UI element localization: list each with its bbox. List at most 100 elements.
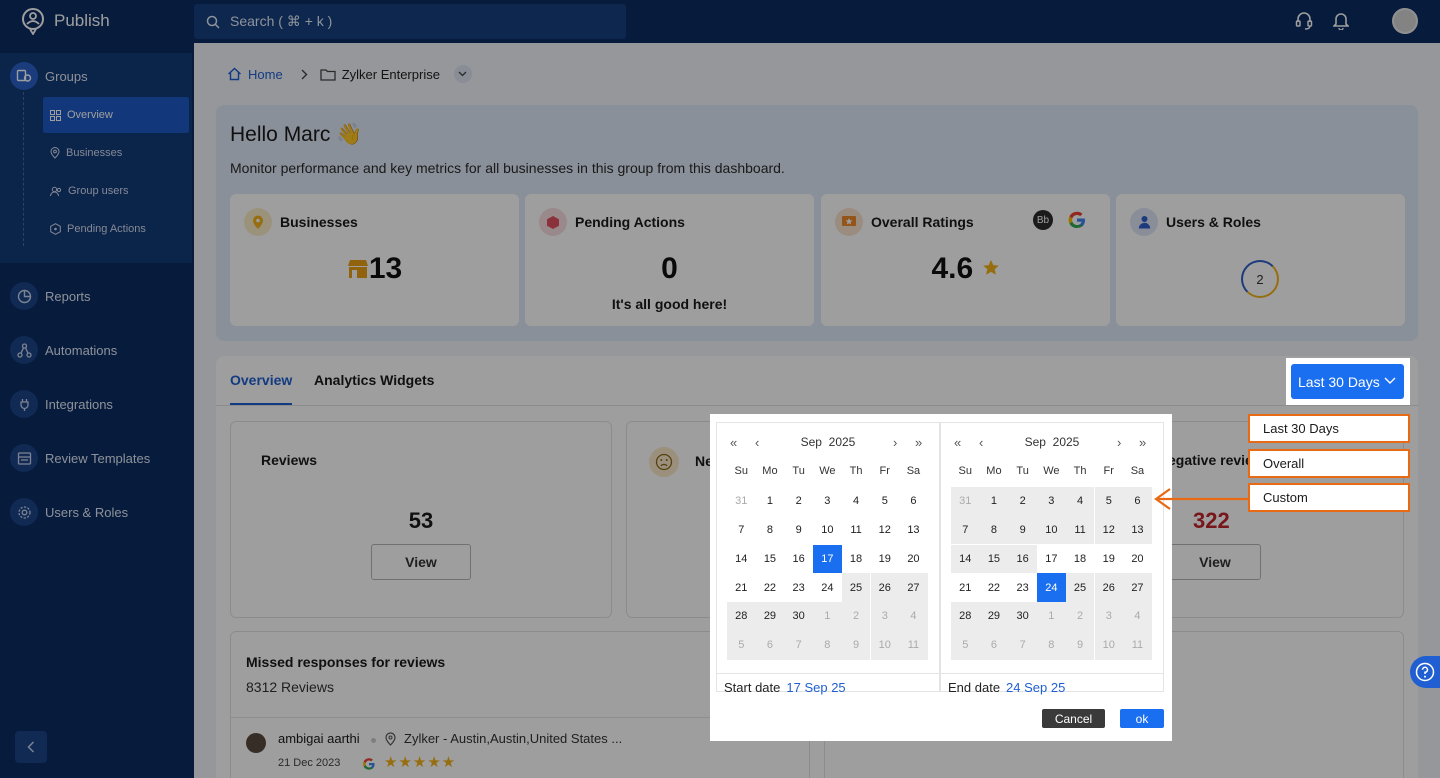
calendar-day[interactable]: 30: [1008, 602, 1037, 631]
calendar-day[interactable]: 6: [1123, 487, 1152, 516]
calendar-day[interactable]: 8: [756, 516, 785, 545]
calendar-day: 9: [841, 631, 871, 660]
calendar-day[interactable]: 10: [1037, 515, 1066, 545]
weekday-label: Th: [1073, 465, 1087, 477]
calendar-day[interactable]: 14: [951, 544, 980, 574]
calendar-day[interactable]: 26: [870, 573, 899, 602]
calendar-day[interactable]: 29: [979, 602, 1009, 631]
calendar-day[interactable]: 3: [813, 487, 842, 516]
calendar-day[interactable]: 2: [784, 487, 813, 516]
calendar-day[interactable]: 16: [1008, 544, 1037, 574]
start-calendar: « ‹ Sep 2025 › » Su Mo Tu We Th Fr Sa 31 1 2 3 4 5 6 7…: [716, 422, 940, 695]
calendar-day[interactable]: 29: [755, 602, 785, 631]
calendar-day: 2: [841, 602, 871, 631]
calendar-day[interactable]: 8: [979, 515, 1009, 545]
calendar-month[interactable]: Sep: [801, 435, 822, 449]
calendar-day[interactable]: 7: [951, 515, 980, 545]
date-filter-label: Last 30 Days: [1298, 373, 1380, 390]
option-overall[interactable]: Overall: [1248, 449, 1410, 478]
calendar-day[interactable]: 21: [951, 573, 980, 602]
weekday-label: Tu: [1016, 465, 1029, 477]
calendar-day[interactable]: 22: [756, 573, 785, 602]
calendar-day[interactable]: 3: [1037, 487, 1066, 516]
calendar-day[interactable]: 12: [871, 516, 900, 545]
end-date-value: 24 Sep 25: [1006, 679, 1066, 695]
calendar-day[interactable]: 23: [784, 573, 813, 602]
calendar-day[interactable]: 10: [813, 516, 842, 545]
calendar-day[interactable]: 25: [1065, 573, 1095, 602]
calendar-day[interactable]: 26: [1094, 573, 1123, 602]
calendar-day[interactable]: 1: [979, 487, 1009, 516]
calendar-day[interactable]: 19: [871, 545, 900, 574]
calendar-day[interactable]: 12: [1094, 515, 1123, 545]
calendar-day[interactable]: 9: [784, 516, 813, 545]
calendar-day[interactable]: 14: [727, 545, 756, 574]
calendar-day: 8: [813, 631, 842, 660]
calendar-day[interactable]: 17: [1037, 545, 1066, 574]
calendar-footer: Start date 17 Sep 25: [717, 673, 939, 700]
calendar-day[interactable]: 5: [1094, 487, 1123, 516]
calendar-day[interactable]: 9: [1008, 515, 1037, 545]
next-month-button[interactable]: ›: [1117, 435, 1121, 450]
calendar-month[interactable]: Sep: [1025, 435, 1046, 449]
calendar-day[interactable]: 4: [842, 487, 871, 516]
calendar-day: 31: [951, 487, 980, 516]
app-root: Publish Search ( ⌘ + k ) Groups Overview: [0, 0, 1440, 778]
calendar-year[interactable]: 2025: [1053, 435, 1080, 449]
calendar-day: 11: [899, 631, 928, 660]
option-last-30-days[interactable]: Last 30 Days: [1248, 414, 1410, 443]
calendar-day[interactable]: 21: [727, 573, 756, 602]
next-month-button[interactable]: ›: [893, 435, 897, 450]
ok-button[interactable]: ok: [1120, 709, 1164, 728]
weekday-label: Fr: [1103, 465, 1114, 477]
calendar-year[interactable]: 2025: [829, 435, 856, 449]
calendar-day[interactable]: 1: [756, 487, 785, 516]
callout-arrow-icon: [1154, 488, 1248, 510]
help-button[interactable]: [1410, 656, 1440, 688]
weekday-label: Su: [734, 465, 748, 477]
calendar-day[interactable]: 24: [813, 573, 842, 602]
calendar-day[interactable]: 24: [1037, 573, 1066, 602]
calendar-day[interactable]: 20: [899, 545, 928, 574]
calendar-day: 5: [727, 631, 756, 660]
calendar-day[interactable]: 7: [727, 516, 756, 545]
calendar-day[interactable]: 27: [1123, 573, 1152, 602]
calendar-day[interactable]: 28: [727, 602, 756, 631]
weekday-label: Mo: [762, 465, 778, 477]
calendar-day[interactable]: 2: [1008, 487, 1037, 516]
calendar-day[interactable]: 18: [1066, 545, 1095, 574]
calendar-day: 7: [1008, 631, 1037, 660]
calendar-day[interactable]: 28: [951, 602, 980, 631]
calendar-day[interactable]: 19: [1095, 545, 1124, 574]
calendar-day: 8: [1037, 631, 1066, 660]
calendar-day[interactable]: 18: [842, 545, 871, 574]
option-custom[interactable]: Custom: [1248, 483, 1410, 512]
calendar-day[interactable]: 22: [980, 573, 1009, 602]
calendar-day: 5: [951, 631, 980, 660]
calendar-day[interactable]: 17: [813, 544, 842, 574]
cancel-button[interactable]: Cancel: [1042, 709, 1105, 728]
calendar-day[interactable]: 11: [1065, 515, 1095, 545]
calendar-day[interactable]: 11: [842, 516, 871, 545]
calendar-day[interactable]: 23: [1008, 573, 1037, 602]
next-year-button[interactable]: »: [915, 435, 922, 450]
calendar-day[interactable]: 27: [899, 573, 928, 602]
calendar-day[interactable]: 4: [1065, 487, 1095, 516]
calendar-day: 3: [870, 602, 899, 631]
calendar-day[interactable]: 15: [756, 545, 785, 574]
calendar-day[interactable]: 15: [979, 544, 1009, 574]
calendar-day[interactable]: 13: [899, 516, 928, 545]
date-filter-dropdown[interactable]: Last 30 Days: [1291, 364, 1404, 399]
calendar-day[interactable]: 16: [784, 545, 813, 574]
calendar-day[interactable]: 30: [784, 602, 813, 631]
calendar-day[interactable]: 25: [841, 573, 871, 602]
calendar-day[interactable]: 20: [1123, 545, 1152, 574]
calendar-day: 10: [1094, 631, 1123, 660]
calendar-day[interactable]: 6: [899, 487, 928, 516]
next-year-button[interactable]: »: [1139, 435, 1146, 450]
calendar-day[interactable]: 5: [871, 487, 900, 516]
weekday-label: We: [819, 465, 836, 477]
calendar-day: 11: [1123, 631, 1152, 660]
calendar-day[interactable]: 13: [1123, 515, 1152, 545]
weekday-label: Mo: [986, 465, 1002, 477]
